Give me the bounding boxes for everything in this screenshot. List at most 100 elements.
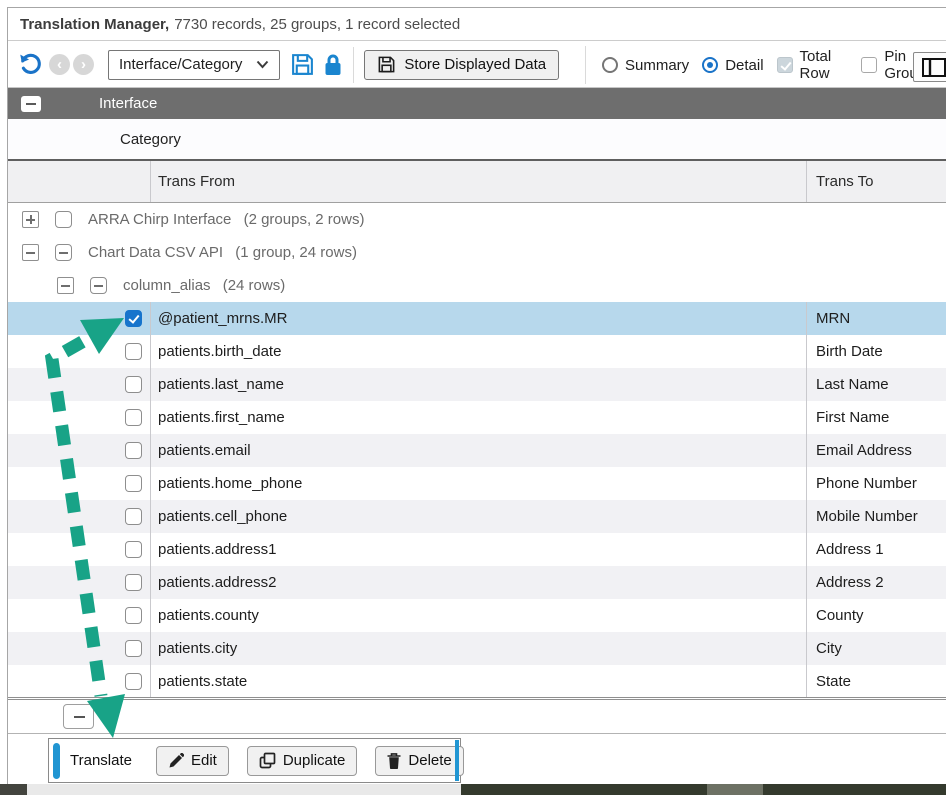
table-row[interactable]: patients.countyCounty — [8, 599, 946, 632]
summary-radio-label: Summary — [625, 57, 689, 74]
collapse-icon[interactable] — [57, 277, 74, 294]
table-row[interactable]: patients.stateState — [8, 665, 946, 697]
row-checkbox[interactable] — [125, 574, 142, 591]
trans-from-cell: patients.last_name — [150, 368, 806, 401]
group-count: (24 rows) — [219, 277, 286, 294]
trans-to-cell: Address 1 — [806, 533, 946, 566]
taskbar-segment — [707, 784, 763, 795]
table-row[interactable]: patients.cityCity — [8, 632, 946, 665]
undo-icon[interactable] — [18, 52, 43, 77]
view-mode-group: Summary Detail Total Row Pin Groups — [585, 46, 946, 84]
record-summary: 7730 records, 25 groups, 1 record select… — [174, 16, 460, 33]
delete-button[interactable]: Delete — [375, 746, 463, 776]
duplicate-button-label: Duplicate — [283, 752, 346, 769]
row-checkbox[interactable] — [125, 376, 142, 393]
total-row-label: Total Row — [800, 48, 849, 82]
interface-group-header: Interface — [8, 88, 946, 119]
interface-header-label: Interface — [99, 95, 157, 112]
copy-icon — [259, 752, 276, 769]
panel-divider — [8, 733, 946, 734]
duplicate-button[interactable]: Duplicate — [247, 746, 358, 776]
trans-to-cell: City — [806, 632, 946, 665]
table-row[interactable]: patients.birth_dateBirth Date — [8, 335, 946, 368]
trans-from-cell: patients.birth_date — [150, 335, 806, 368]
group-row[interactable]: Chart Data CSV API (1 group, 24 rows) — [8, 236, 946, 269]
collapse-all-icon[interactable] — [21, 96, 41, 112]
total-row-checkbox[interactable] — [777, 57, 793, 73]
table-row[interactable]: patients.address2Address 2 — [8, 566, 946, 599]
row-selector-cell — [8, 302, 150, 335]
row-selector-cell — [8, 467, 150, 500]
detail-radio[interactable] — [702, 57, 718, 73]
edit-button[interactable]: Edit — [156, 746, 229, 776]
table-row[interactable]: patients.home_phonePhone Number — [8, 467, 946, 500]
row-checkbox[interactable] — [125, 442, 142, 459]
panel-border-line — [8, 697, 946, 698]
row-selector-cell — [8, 599, 150, 632]
trans-from-column-header[interactable]: Trans From — [150, 161, 806, 202]
pencil-icon — [168, 753, 184, 769]
row-checkbox[interactable] — [125, 508, 142, 525]
collapse-icon[interactable] — [22, 244, 39, 261]
trans-to-cell: First Name — [806, 401, 946, 434]
save-icon[interactable] — [290, 52, 315, 77]
trans-to-cell: Address 2 — [806, 566, 946, 599]
group-row[interactable]: ARRA Chirp Interface (2 groups, 2 rows) — [8, 203, 946, 236]
table-row[interactable]: @patient_mrns.MRMRN — [8, 302, 946, 335]
row-checkbox[interactable] — [125, 607, 142, 624]
summary-radio[interactable] — [602, 57, 618, 73]
forward-button[interactable]: › — [73, 54, 94, 75]
trans-to-cell: Last Name — [806, 368, 946, 401]
table-row[interactable]: patients.cell_phoneMobile Number — [8, 500, 946, 533]
table-row[interactable]: patients.address1Address 1 — [8, 533, 946, 566]
chevron-down-icon — [256, 60, 269, 69]
row-selector-cell — [8, 434, 150, 467]
back-button[interactable]: ‹ — [49, 54, 70, 75]
row-selector-cell — [8, 335, 150, 368]
row-selector-cell — [8, 566, 150, 599]
layout-panel-button[interactable] — [913, 52, 946, 82]
group-checkbox[interactable] — [55, 244, 72, 261]
trans-to-cell: MRN — [806, 302, 946, 335]
row-checkbox[interactable] — [125, 409, 142, 426]
panel-collapse-button[interactable] — [63, 704, 94, 729]
store-displayed-data-button[interactable]: Store Displayed Data — [364, 50, 559, 80]
trans-from-cell: patients.home_phone — [150, 467, 806, 500]
row-selector-cell — [8, 500, 150, 533]
selector-column-header — [8, 161, 150, 202]
expand-icon[interactable] — [22, 211, 39, 228]
row-checkbox[interactable] — [125, 673, 142, 690]
trans-from-cell: patients.address2 — [150, 566, 806, 599]
table-row[interactable]: patients.last_nameLast Name — [8, 368, 946, 401]
row-selector-cell — [8, 665, 150, 697]
table-row[interactable]: patients.emailEmail Address — [8, 434, 946, 467]
trans-from-cell: patients.state — [150, 665, 806, 697]
trans-from-cell: patients.email — [150, 434, 806, 467]
app-title: Translation Manager, — [20, 16, 169, 33]
row-checkbox[interactable] — [125, 640, 142, 657]
taskbar-segment — [0, 784, 27, 795]
trans-to-cell: State — [806, 665, 946, 697]
trans-from-cell: patients.city — [150, 632, 806, 665]
trans-to-cell: Email Address — [806, 434, 946, 467]
category-group-header: Category — [8, 119, 946, 161]
row-checkbox[interactable] — [125, 541, 142, 558]
pin-groups-checkbox[interactable] — [861, 57, 877, 73]
edit-button-label: Edit — [191, 752, 217, 769]
delete-button-label: Delete — [408, 752, 451, 769]
trans-to-column-header[interactable]: Trans To — [806, 161, 946, 202]
view-dropdown-value: Interface/Category — [119, 56, 242, 73]
view-dropdown[interactable]: Interface/Category — [108, 50, 280, 80]
trans-from-header-label: Trans From — [158, 173, 235, 190]
lock-icon[interactable] — [323, 53, 343, 77]
row-checkbox[interactable] — [125, 310, 142, 327]
panel-border-line — [8, 699, 946, 700]
group-row[interactable]: column_alias (24 rows) — [8, 269, 946, 302]
group-checkbox[interactable] — [90, 277, 107, 294]
group-checkbox[interactable] — [55, 211, 72, 228]
row-checkbox[interactable] — [125, 343, 142, 360]
row-checkbox[interactable] — [125, 475, 142, 492]
category-header-label: Category — [120, 131, 181, 148]
table-row[interactable]: patients.first_nameFirst Name — [8, 401, 946, 434]
trans-from-cell: patients.address1 — [150, 533, 806, 566]
